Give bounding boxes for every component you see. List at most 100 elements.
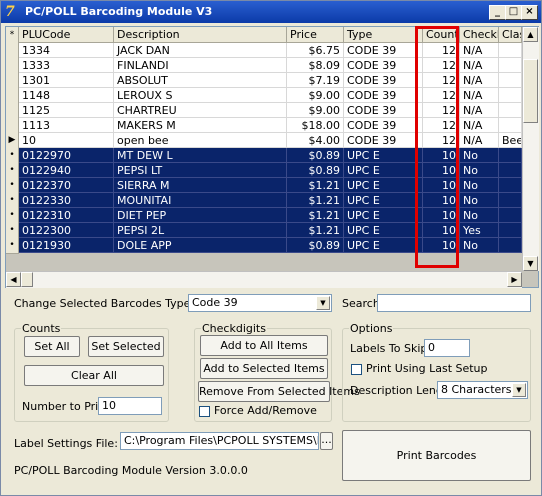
cell-description[interactable]: MOUNITAI <box>114 193 287 208</box>
cell-description[interactable]: MT DEW L <box>114 148 287 163</box>
row-selector[interactable] <box>6 58 19 74</box>
cell-count[interactable]: 12 <box>423 88 460 103</box>
cell-class1[interactable] <box>499 58 522 73</box>
cell-price[interactable]: $0.89 <box>287 148 344 163</box>
row-selector[interactable]: ▶ <box>6 133 19 149</box>
cell-class1[interactable] <box>499 43 522 58</box>
column-header-type[interactable]: Type <box>344 27 423 43</box>
scroll-up-icon[interactable]: ▲ <box>523 27 538 42</box>
cell-price[interactable]: $4.00 <box>287 133 344 148</box>
cell-checkbit[interactable]: Yes <box>460 223 499 238</box>
barcode-grid[interactable]: * PLUCode Description Price Type Count C… <box>5 26 539 288</box>
cell-plucode[interactable]: 1148 <box>19 88 114 103</box>
cell-price[interactable]: $9.00 <box>287 88 344 103</box>
cell-price[interactable]: $18.00 <box>287 118 344 133</box>
cell-count[interactable]: 12 <box>423 73 460 88</box>
cell-price[interactable]: $0.89 <box>287 163 344 178</box>
row-selector[interactable]: • <box>6 163 19 179</box>
cell-count[interactable]: 10 <box>423 208 460 223</box>
cell-plucode[interactable]: 0122300 <box>19 223 114 238</box>
row-selector[interactable] <box>6 73 19 89</box>
scroll-down-icon[interactable]: ▼ <box>523 256 538 271</box>
cell-description[interactable]: MAKERS M <box>114 118 287 133</box>
label-settings-file-input[interactable]: C:\Program Files\PCPOLL SYSTEMS\Barcodin… <box>120 432 319 450</box>
cell-checkbit[interactable]: N/A <box>460 118 499 133</box>
cell-price[interactable]: $0.89 <box>287 238 344 253</box>
cell-checkbit[interactable]: No <box>460 193 499 208</box>
cell-count[interactable]: 10 <box>423 223 460 238</box>
cell-type[interactable]: CODE 39 <box>344 103 423 118</box>
cell-price[interactable]: $7.19 <box>287 73 344 88</box>
column-header-price[interactable]: Price <box>287 27 344 43</box>
chevron-down-icon[interactable]: ▼ <box>316 296 330 310</box>
column-header-description[interactable]: Description <box>114 27 287 43</box>
cell-count[interactable]: 10 <box>423 148 460 163</box>
cell-plucode[interactable]: 1333 <box>19 58 114 73</box>
minimize-button[interactable]: _ <box>489 5 506 20</box>
cell-checkbit[interactable]: No <box>460 163 499 178</box>
cell-type[interactable]: CODE 39 <box>344 88 423 103</box>
column-header-plucode[interactable]: PLUCode <box>19 27 114 43</box>
cell-type[interactable]: UPC E <box>344 148 423 163</box>
cell-description[interactable]: SIERRA M <box>114 178 287 193</box>
cell-description[interactable]: PEPSI LT <box>114 163 287 178</box>
scroll-left-icon[interactable]: ◀ <box>6 272 21 287</box>
cell-type[interactable]: CODE 39 <box>344 118 423 133</box>
browse-button[interactable]: ... <box>320 432 333 450</box>
cell-plucode[interactable]: 10 <box>19 133 114 148</box>
cell-checkbit[interactable]: N/A <box>460 43 499 58</box>
cell-description[interactable]: PEPSI 2L <box>114 223 287 238</box>
cell-plucode[interactable]: 0122370 <box>19 178 114 193</box>
cell-plucode[interactable]: 1334 <box>19 43 114 58</box>
row-selector[interactable]: • <box>6 178 19 194</box>
hscroll-thumb[interactable] <box>21 272 33 287</box>
cell-checkbit[interactable]: N/A <box>460 133 499 148</box>
horizontal-scrollbar[interactable]: ◀ ▶ <box>6 271 522 288</box>
cell-class1[interactable]: Beer <box>499 133 522 148</box>
cell-type[interactable]: CODE 39 <box>344 43 423 58</box>
cell-class1[interactable] <box>499 148 522 163</box>
cell-count[interactable]: 10 <box>423 238 460 253</box>
cell-type[interactable]: CODE 39 <box>344 73 423 88</box>
row-selector[interactable] <box>6 118 19 134</box>
row-selector[interactable]: • <box>6 148 19 164</box>
remove-from-selected-items-button[interactable]: Remove From Selected Items <box>198 381 360 402</box>
set-selected-button[interactable]: Set Selected <box>88 336 164 357</box>
cell-plucode[interactable]: 0122330 <box>19 193 114 208</box>
print-using-last-setup-checkbox[interactable] <box>351 364 362 375</box>
cell-price[interactable]: $9.00 <box>287 103 344 118</box>
cell-description[interactable]: JACK DAN <box>114 43 287 58</box>
cell-description[interactable]: LEROUX S <box>114 88 287 103</box>
row-selector[interactable] <box>6 43 19 59</box>
row-selector[interactable]: • <box>6 208 19 224</box>
column-header-class1[interactable]: Class1 <box>499 27 522 43</box>
cell-class1[interactable] <box>499 238 522 253</box>
cell-count[interactable]: 12 <box>423 58 460 73</box>
cell-type[interactable]: UPC E <box>344 208 423 223</box>
scroll-right-icon[interactable]: ▶ <box>507 272 522 287</box>
row-selector[interactable] <box>6 88 19 104</box>
labels-to-skip-input[interactable]: 0 <box>424 339 470 357</box>
cell-class1[interactable] <box>499 118 522 133</box>
cell-plucode[interactable]: 1113 <box>19 118 114 133</box>
close-button[interactable]: × <box>521 5 538 20</box>
cell-class1[interactable] <box>499 178 522 193</box>
cell-description[interactable]: DOLE APP <box>114 238 287 253</box>
cell-class1[interactable] <box>499 103 522 118</box>
cell-type[interactable]: CODE 39 <box>344 133 423 148</box>
cell-type[interactable]: UPC E <box>344 193 423 208</box>
column-header-count[interactable]: Count <box>423 27 460 43</box>
cell-class1[interactable] <box>499 223 522 238</box>
cell-plucode[interactable]: 1301 <box>19 73 114 88</box>
cell-type[interactable]: UPC E <box>344 223 423 238</box>
cell-count[interactable]: 10 <box>423 163 460 178</box>
cell-checkbit[interactable]: N/A <box>460 73 499 88</box>
cell-class1[interactable] <box>499 73 522 88</box>
cell-checkbit[interactable]: N/A <box>460 103 499 118</box>
cell-checkbit[interactable]: No <box>460 238 499 253</box>
cell-price[interactable]: $1.21 <box>287 178 344 193</box>
barcode-type-select[interactable]: Code 39 ▼ <box>188 294 332 312</box>
cell-count[interactable]: 10 <box>423 193 460 208</box>
maximize-button[interactable]: □ <box>505 5 522 20</box>
cell-class1[interactable] <box>499 208 522 223</box>
